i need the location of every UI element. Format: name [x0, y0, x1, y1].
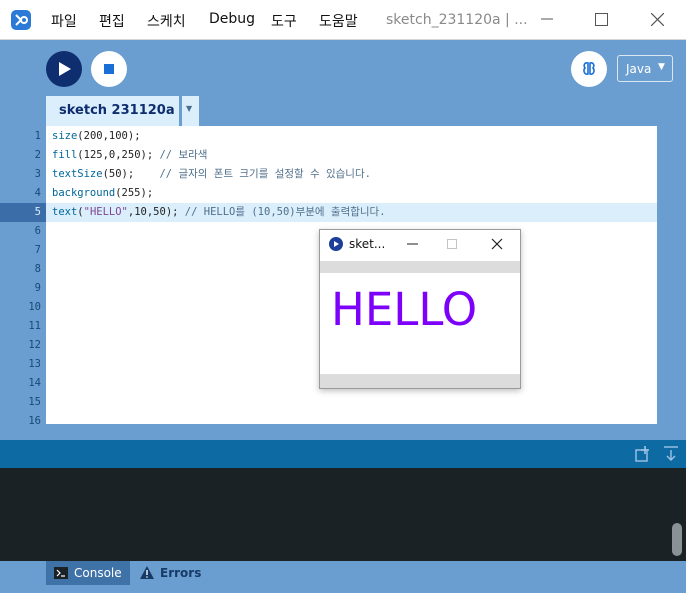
tab-errors[interactable]: Errors	[138, 561, 208, 585]
line-number: 12	[28, 339, 41, 351]
line-number: 15	[28, 396, 41, 408]
butterfly-icon	[583, 62, 595, 75]
code-token: (255);	[115, 187, 154, 199]
hello-output-text: HELLO	[331, 283, 478, 336]
minimize-icon	[541, 18, 553, 20]
tab-menu-button[interactable]: ▼	[180, 96, 199, 126]
tab-sketch[interactable]: sketch 231120a	[46, 96, 179, 126]
code-token: text	[52, 206, 78, 218]
line-number: 10	[28, 301, 41, 313]
code-token: (50);	[102, 168, 160, 180]
code-token: background	[52, 187, 116, 199]
mode-label: Java	[626, 62, 652, 76]
close-icon	[491, 238, 503, 250]
line-number: 7	[34, 244, 41, 256]
line-number: 13	[28, 358, 41, 370]
minimize-icon	[407, 243, 418, 245]
editor-console-divider[interactable]	[0, 424, 686, 440]
minimize-button[interactable]	[524, 0, 570, 40]
code-token: // 보라색	[159, 149, 208, 161]
tab-console[interactable]: Console	[46, 561, 130, 585]
errors-tab-label: Errors	[160, 566, 202, 580]
line-number: 1	[34, 130, 41, 142]
tab-strip: sketch 231120a ▼	[0, 96, 686, 126]
processing-logo-icon	[11, 10, 31, 30]
menu-help[interactable]: 도움말	[319, 11, 358, 31]
download-icon[interactable]	[664, 446, 678, 462]
warning-icon	[140, 566, 154, 579]
toolbar: Java ▼	[0, 40, 686, 96]
line-number: 3	[34, 168, 41, 180]
sketch-minimize-button[interactable]	[396, 230, 430, 261]
processing-run-icon	[329, 237, 343, 251]
console-tab-bar: Console Errors	[0, 561, 686, 593]
line-number: 8	[34, 263, 41, 275]
menu-debug[interactable]: Debug	[209, 11, 255, 27]
stop-icon	[104, 64, 114, 74]
line-number: 6	[34, 225, 41, 237]
code-token: // 글자의 폰트 크기를 설정할 수 있습니다.	[159, 168, 371, 180]
mode-select[interactable]: Java ▼	[617, 55, 673, 82]
code-token: // HELLO를 (10,50)부분에 출력합니다.	[184, 206, 386, 218]
stop-button[interactable]	[91, 51, 127, 87]
menu-edit[interactable]: 편집	[99, 11, 125, 31]
code-line: fill(125,0,250); // 보라색	[52, 146, 207, 165]
line-number: 2	[34, 149, 41, 161]
close-button[interactable]	[634, 0, 680, 40]
sketch-window-frame-bottom	[320, 374, 520, 388]
sketch-window-title: sket...	[349, 237, 386, 251]
code-line: size(200,100);	[52, 127, 141, 146]
maximize-icon	[447, 239, 457, 249]
tab-menu-arrow-icon: ▼	[186, 104, 193, 113]
run-button[interactable]	[46, 51, 82, 87]
editor-right-margin	[671, 126, 686, 424]
code-token: "HELLO"	[83, 206, 128, 218]
sketch-window-frame-top	[320, 261, 520, 273]
code-line: background(255);	[52, 184, 153, 203]
menu-tools[interactable]: 도구	[271, 11, 297, 31]
window-title: sketch_231120a | ...	[386, 12, 528, 28]
line-number: 5	[34, 206, 41, 218]
line-number: 9	[34, 282, 41, 294]
code-line: text("HELLO",10,50); // HELLO를 (10,50)부분…	[52, 203, 386, 222]
title-bar: 파일 편집 스케치 Debug 도구 도움말 sketch_231120a | …	[0, 0, 686, 40]
code-token: fill	[52, 149, 78, 161]
debug-button[interactable]	[571, 51, 607, 87]
menu-file[interactable]: 파일	[51, 11, 77, 31]
sketch-output-window[interactable]: sket... HELLO	[319, 229, 521, 389]
sketch-close-button[interactable]	[480, 230, 514, 261]
chevron-down-icon: ▼	[658, 62, 665, 72]
line-number: 16	[28, 415, 41, 424]
console-tab-label: Console	[74, 566, 122, 580]
maximize-icon	[595, 13, 608, 26]
sketch-window-titlebar[interactable]: sket...	[320, 230, 520, 261]
console-scrollbar[interactable]	[672, 523, 682, 556]
menu-sketch[interactable]: 스케치	[147, 11, 186, 31]
code-token: textSize	[52, 168, 103, 180]
maximize-button[interactable]	[578, 0, 624, 40]
sketch-canvas: HELLO	[320, 273, 520, 374]
code-token: (125,0,250);	[77, 149, 160, 161]
play-icon	[59, 62, 71, 76]
line-number: 14	[28, 377, 41, 389]
code-token: (200,100);	[77, 130, 141, 142]
code-line: textSize(50); // 글자의 폰트 크기를 설정할 수 있습니다.	[52, 165, 371, 184]
line-number: 4	[34, 187, 41, 199]
line-number: 11	[28, 320, 41, 332]
tab-label: sketch 231120a	[59, 103, 175, 118]
terminal-icon	[54, 567, 68, 579]
console-output[interactable]	[0, 468, 686, 561]
code-token: ,10,50);	[127, 206, 185, 218]
sketch-maximize-button[interactable]	[434, 230, 468, 261]
add-icon[interactable]	[635, 446, 651, 462]
close-icon	[651, 13, 664, 26]
line-number-gutter: 1 2 3 4 5 6 7 8 9 10 11 12 13 14 15 16	[0, 126, 46, 424]
editor-scrollbar-track[interactable]	[657, 126, 671, 424]
console-header	[0, 440, 686, 468]
code-token: size	[52, 130, 78, 142]
